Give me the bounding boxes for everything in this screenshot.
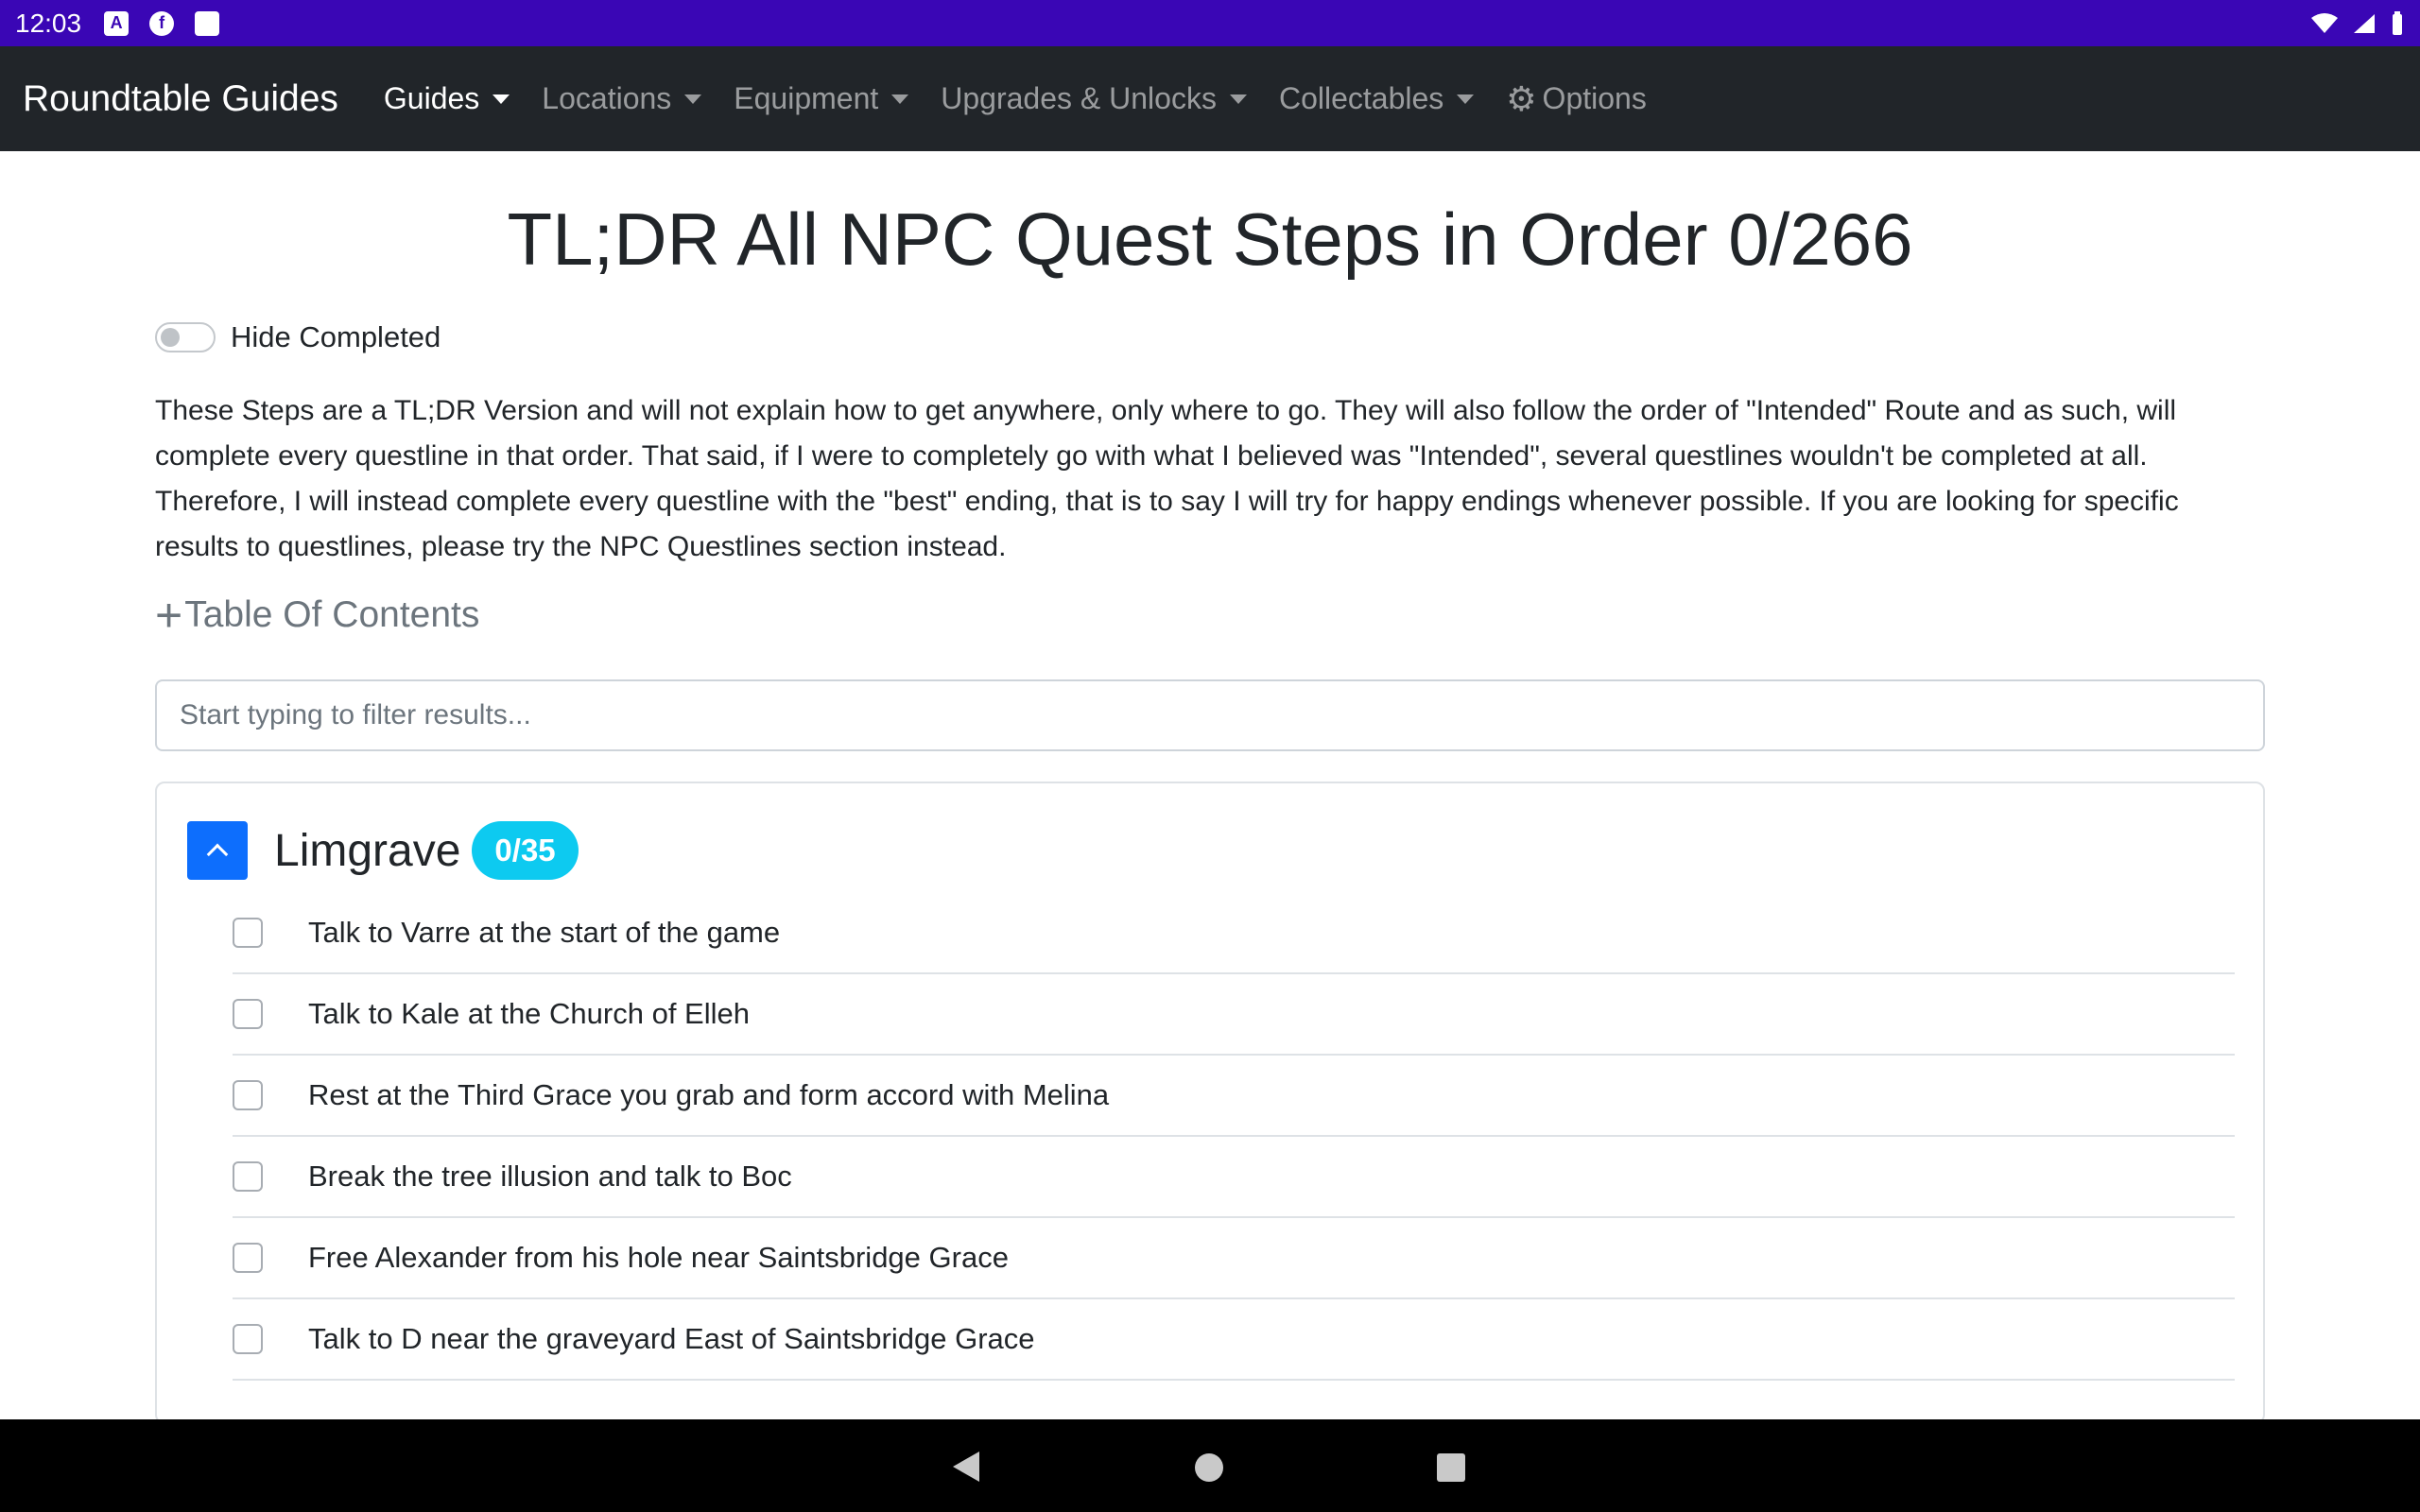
list-item: Break the tree illusion and talk to Boc bbox=[233, 1137, 2235, 1218]
list-item: Free Alexander from his hole near Saints… bbox=[233, 1218, 2235, 1299]
sd-card-icon bbox=[195, 10, 220, 36]
hide-completed-label: Hide Completed bbox=[231, 320, 441, 353]
home-icon[interactable] bbox=[1195, 1453, 1223, 1482]
step-checkbox[interactable] bbox=[233, 1161, 263, 1192]
section-header: Limgrave 0/35 bbox=[187, 821, 2233, 880]
section-title: Limgrave bbox=[274, 825, 461, 876]
signal-icon bbox=[2354, 13, 2375, 33]
nav-options-label: Options bbox=[1542, 81, 1647, 115]
step-checkbox[interactable] bbox=[233, 1080, 263, 1110]
nav-locations-label: Locations bbox=[542, 81, 672, 115]
caret-down-icon bbox=[891, 94, 909, 104]
caret-down-icon bbox=[1457, 94, 1475, 104]
battery-icon bbox=[2393, 10, 2402, 35]
page-title: TL;DR All NPC Quest Steps in Order 0/266 bbox=[507, 198, 1913, 281]
nav-locations-dropdown[interactable]: Locations bbox=[542, 81, 702, 116]
status-time: 12:03 bbox=[15, 8, 82, 38]
step-text: Talk to Kale at the Church of Elleh bbox=[308, 997, 750, 1030]
app-notification-icon: f bbox=[149, 10, 175, 36]
nav-guides-label: Guides bbox=[383, 81, 480, 115]
list-item: Talk to D near the graveyard East of Sai… bbox=[233, 1299, 2235, 1381]
steps-list: Talk to Varre at the start of the game T… bbox=[233, 893, 2235, 1381]
list-item: Rest at the Third Grace you grab and for… bbox=[233, 1056, 2235, 1137]
plus-icon: + bbox=[155, 589, 183, 642]
nav-upgrades-dropdown[interactable]: Upgrades & Unlocks bbox=[941, 81, 1247, 116]
a-notification-icon: A bbox=[104, 10, 130, 36]
step-text: Talk to Varre at the start of the game bbox=[308, 916, 781, 949]
toc-label: Table Of Contents bbox=[184, 594, 480, 635]
status-bar: 12:03 A f bbox=[0, 0, 2420, 46]
top-navbar: Roundtable Guides Guides Locations Equip… bbox=[0, 46, 2420, 151]
nav-equipment-label: Equipment bbox=[734, 81, 879, 115]
list-item: Talk to Kale at the Church of Elleh bbox=[233, 974, 2235, 1056]
nav-equipment-dropdown[interactable]: Equipment bbox=[734, 81, 909, 116]
wifi-icon bbox=[2311, 12, 2338, 33]
step-text: Free Alexander from his hole near Saints… bbox=[308, 1241, 1009, 1274]
table-of-contents-toggle[interactable]: + Table Of Contents bbox=[155, 589, 2265, 642]
step-text: Rest at the Third Grace you grab and for… bbox=[308, 1078, 1110, 1111]
step-checkbox[interactable] bbox=[233, 999, 263, 1029]
collapse-button[interactable] bbox=[187, 821, 248, 880]
hide-completed-row: Hide Completed bbox=[155, 320, 2265, 354]
step-checkbox[interactable] bbox=[233, 1243, 263, 1273]
step-checkbox[interactable] bbox=[233, 918, 263, 948]
nav-collectables-label: Collectables bbox=[1278, 81, 1444, 115]
section-card-limgrave: Limgrave 0/35 Talk to Varre at the start… bbox=[155, 782, 2265, 1424]
android-navigation-bar bbox=[0, 1419, 2420, 1512]
nav-options-link[interactable]: ⚙ Options bbox=[1506, 79, 1647, 119]
step-text: Break the tree illusion and talk to Boc bbox=[308, 1160, 792, 1193]
back-icon[interactable] bbox=[953, 1452, 979, 1482]
nav-collectables-dropdown[interactable]: Collectables bbox=[1278, 81, 1475, 116]
status-indicators bbox=[2310, 10, 2405, 36]
step-text: Talk to D near the graveyard East of Sai… bbox=[308, 1322, 1035, 1355]
hide-completed-toggle[interactable] bbox=[155, 322, 216, 352]
chevron-up-icon bbox=[206, 843, 229, 866]
caret-down-icon bbox=[1229, 94, 1247, 104]
step-checkbox[interactable] bbox=[233, 1324, 263, 1354]
brand-link[interactable]: Roundtable Guides bbox=[23, 78, 338, 120]
caret-down-icon bbox=[493, 94, 510, 104]
recent-apps-icon[interactable] bbox=[1437, 1453, 1465, 1482]
main-content: TL;DR All NPC Quest Steps in Order 0/266… bbox=[155, 151, 2265, 1424]
caret-down-icon bbox=[684, 94, 702, 104]
filter-input[interactable] bbox=[155, 679, 2265, 751]
nav-guides-dropdown[interactable]: Guides bbox=[384, 81, 510, 116]
nav-upgrades-label: Upgrades & Unlocks bbox=[941, 81, 1217, 115]
intro-paragraph: These Steps are a TL;DR Version and will… bbox=[155, 395, 2179, 562]
list-item: Talk to Varre at the start of the game bbox=[233, 893, 2235, 974]
progress-badge: 0/35 bbox=[472, 821, 579, 880]
gear-icon: ⚙ bbox=[1506, 78, 1537, 118]
